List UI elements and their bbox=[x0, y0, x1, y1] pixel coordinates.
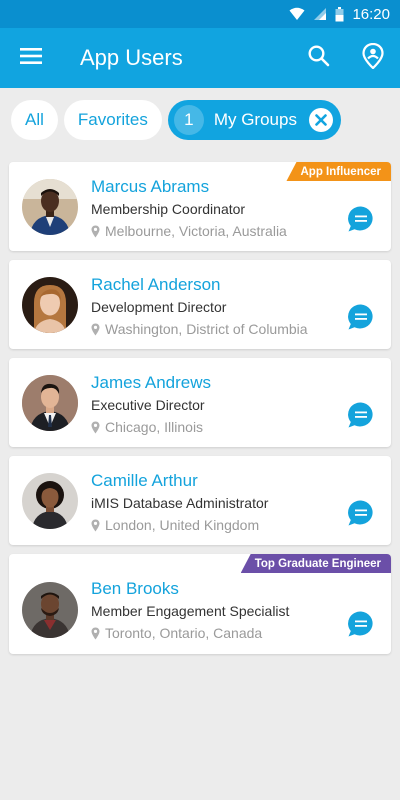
avatar bbox=[22, 179, 78, 235]
avatar bbox=[22, 277, 78, 333]
message-button[interactable] bbox=[347, 499, 375, 527]
signal-icon bbox=[313, 7, 327, 21]
app-bar: App Users bbox=[0, 28, 400, 88]
user-info: Rachel Anderson Development Director Was… bbox=[91, 274, 308, 339]
user-role: Development Director bbox=[91, 299, 227, 315]
user-list: App Influencer Marcus Abrams Membership … bbox=[9, 162, 391, 663]
user-role: Member Engagement Specialist bbox=[91, 603, 290, 619]
user-location: Melbourne, Victoria, Australia bbox=[91, 221, 287, 241]
filter-my-groups-chip[interactable]: 1 My Groups bbox=[167, 100, 341, 140]
filter-favorites-chip[interactable]: Favorites bbox=[63, 100, 162, 140]
user-info: Camille Arthur iMIS Database Administrat… bbox=[91, 470, 268, 535]
avatar bbox=[22, 473, 78, 529]
user-role: Executive Director bbox=[91, 397, 205, 413]
wifi-icon bbox=[289, 7, 305, 21]
filter-all-chip[interactable]: All bbox=[11, 100, 58, 140]
location-pin-icon bbox=[91, 519, 100, 532]
user-name[interactable]: Marcus Abrams bbox=[91, 176, 287, 198]
menu-icon bbox=[20, 47, 42, 69]
groups-count-badge: 1 bbox=[173, 105, 204, 135]
location-pin-icon bbox=[91, 627, 100, 640]
profile-location-button[interactable] bbox=[346, 28, 400, 88]
search-button[interactable] bbox=[292, 28, 346, 88]
user-location-text: Washington, District of Columbia bbox=[105, 321, 308, 337]
chat-bubble-icon bbox=[348, 402, 373, 428]
status-time: 16:20 bbox=[352, 5, 390, 23]
user-location-text: London, United Kingdom bbox=[105, 517, 260, 533]
user-name[interactable]: Ben Brooks bbox=[91, 578, 289, 600]
user-location-text: Chicago, Illinois bbox=[105, 419, 204, 435]
user-location-text: Melbourne, Victoria, Australia bbox=[105, 223, 287, 239]
user-card[interactable]: Rachel Anderson Development Director Was… bbox=[9, 260, 391, 349]
user-location: London, United Kingdom bbox=[91, 515, 268, 535]
filter-my-groups-label: My Groups bbox=[213, 110, 297, 129]
close-icon bbox=[315, 114, 327, 126]
avatar bbox=[22, 582, 78, 638]
user-card[interactable]: Top Graduate Engineer Ben Brooks Member … bbox=[9, 554, 391, 654]
message-button[interactable] bbox=[347, 401, 375, 429]
user-role: iMIS Database Administrator bbox=[91, 495, 269, 511]
user-badge: Top Graduate Engineer bbox=[240, 554, 391, 573]
user-location: Chicago, Illinois bbox=[91, 417, 211, 437]
user-location: Washington, District of Columbia bbox=[91, 319, 308, 339]
user-info: James Andrews Executive Director Chicago… bbox=[91, 372, 211, 437]
user-name[interactable]: Rachel Anderson bbox=[91, 274, 308, 296]
clear-filter-button[interactable] bbox=[308, 108, 333, 132]
chat-bubble-icon bbox=[348, 611, 373, 637]
chat-bubble-icon bbox=[348, 304, 373, 330]
location-pin-icon bbox=[91, 323, 100, 336]
user-card[interactable]: James Andrews Executive Director Chicago… bbox=[9, 358, 391, 447]
avatar bbox=[22, 375, 78, 431]
user-role: Membership Coordinator bbox=[91, 201, 246, 217]
chat-bubble-icon bbox=[348, 206, 373, 232]
message-button[interactable] bbox=[347, 303, 375, 331]
user-info: Ben Brooks Member Engagement Specialist … bbox=[91, 578, 289, 643]
message-button[interactable] bbox=[347, 205, 375, 233]
user-card[interactable]: App Influencer Marcus Abrams Membership … bbox=[9, 162, 391, 251]
profile-location-icon bbox=[362, 42, 384, 74]
search-icon bbox=[308, 44, 330, 72]
chat-bubble-icon bbox=[348, 500, 373, 526]
user-card[interactable]: Camille Arthur iMIS Database Administrat… bbox=[9, 456, 391, 545]
user-name[interactable]: James Andrews bbox=[91, 372, 211, 394]
filter-favorites-label: Favorites bbox=[77, 110, 148, 129]
user-name[interactable]: Camille Arthur bbox=[91, 470, 268, 492]
battery-icon bbox=[335, 6, 344, 22]
message-button[interactable] bbox=[347, 610, 375, 638]
filter-chips: All Favorites 1 My Groups bbox=[0, 100, 400, 140]
user-info: Marcus Abrams Membership Coordinator Mel… bbox=[91, 176, 287, 241]
location-pin-icon bbox=[91, 421, 100, 434]
menu-button[interactable] bbox=[0, 28, 62, 88]
page-title: App Users bbox=[80, 45, 183, 70]
location-pin-icon bbox=[91, 225, 100, 238]
filter-all-label: All bbox=[25, 110, 44, 129]
user-badge: App Influencer bbox=[286, 162, 391, 181]
status-bar: 16:20 bbox=[0, 0, 400, 28]
user-location-text: Toronto, Ontario, Canada bbox=[105, 625, 263, 641]
user-location: Toronto, Ontario, Canada bbox=[91, 623, 289, 643]
